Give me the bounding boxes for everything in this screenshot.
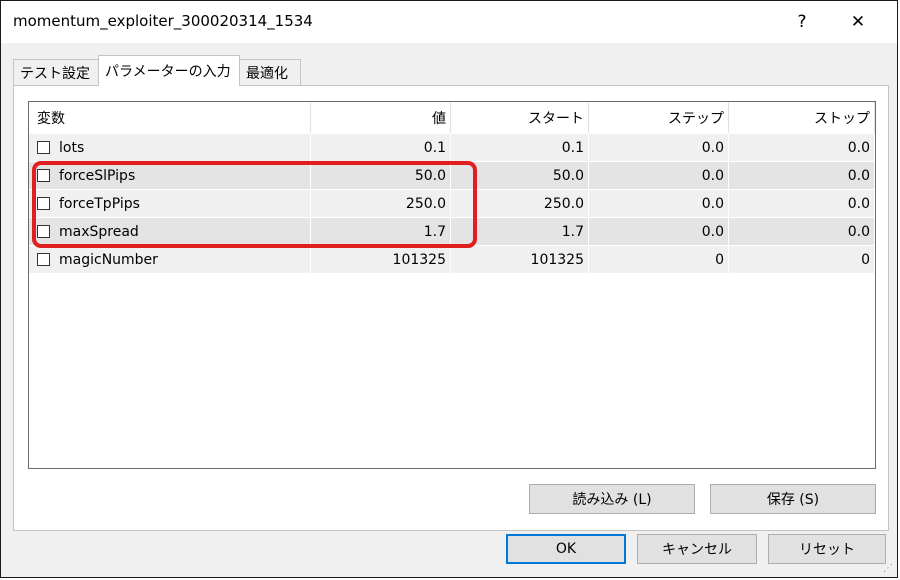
- checkbox[interactable]: [37, 197, 50, 210]
- tab-panel: 変数 値 スタート ステップ ストップ lots 0.1 0.1 0.0 0.0: [13, 85, 889, 531]
- cell-name: forceTpPips: [29, 190, 311, 217]
- cell-step[interactable]: 0.0: [589, 218, 729, 245]
- cell-stop[interactable]: 0: [729, 246, 875, 273]
- window-title: momentum_exploiter_300020314_1534: [13, 12, 313, 30]
- header-start[interactable]: スタート: [451, 102, 589, 133]
- cell-start[interactable]: 1.7: [451, 218, 589, 245]
- param-name: forceSlPips: [59, 167, 136, 184]
- param-name: maxSpread: [59, 223, 139, 240]
- cell-step[interactable]: 0.0: [589, 190, 729, 217]
- tab-bar: テスト設定 パラメーターの入力 最適化: [9, 55, 889, 86]
- cell-stop[interactable]: 0.0: [729, 190, 875, 217]
- cell-value[interactable]: 50.0: [311, 162, 451, 189]
- cell-start[interactable]: 0.1: [451, 134, 589, 161]
- cell-value[interactable]: 101325: [311, 246, 451, 273]
- cell-name: lots: [29, 134, 311, 161]
- table-row[interactable]: lots 0.1 0.1 0.0 0.0: [29, 134, 875, 162]
- cell-step[interactable]: 0.0: [589, 162, 729, 189]
- cell-start[interactable]: 101325: [451, 246, 589, 273]
- param-name: forceTpPips: [59, 195, 140, 212]
- header-step[interactable]: ステップ: [589, 102, 729, 133]
- param-name: lots: [59, 139, 85, 156]
- cell-stop[interactable]: 0.0: [729, 134, 875, 161]
- header-variable[interactable]: 変数: [29, 102, 311, 133]
- save-button[interactable]: 保存 (S): [710, 484, 876, 514]
- cell-value[interactable]: 250.0: [311, 190, 451, 217]
- table-header: 変数 値 スタート ステップ ストップ: [29, 102, 875, 134]
- cell-stop[interactable]: 0.0: [729, 162, 875, 189]
- param-name: magicNumber: [59, 251, 158, 268]
- header-value[interactable]: 値: [311, 102, 451, 133]
- table-row[interactable]: maxSpread 1.7 1.7 0.0 0.0: [29, 218, 875, 246]
- cell-value[interactable]: 1.7: [311, 218, 451, 245]
- table-row[interactable]: magicNumber 101325 101325 0 0: [29, 246, 875, 274]
- header-stop[interactable]: ストップ: [729, 102, 875, 133]
- tab-optimization[interactable]: 最適化: [239, 59, 301, 85]
- load-button[interactable]: 読み込み (L): [529, 484, 695, 514]
- checkbox[interactable]: [37, 141, 50, 154]
- help-button[interactable]: ?: [779, 5, 825, 39]
- checkbox[interactable]: [37, 169, 50, 182]
- cancel-button[interactable]: キャンセル: [637, 534, 757, 564]
- title-bar: momentum_exploiter_300020314_1534 ? ✕: [1, 1, 897, 43]
- ok-button[interactable]: OK: [506, 534, 626, 564]
- cell-name: magicNumber: [29, 246, 311, 273]
- cell-step[interactable]: 0: [589, 246, 729, 273]
- table-row[interactable]: forceSlPips 50.0 50.0 0.0 0.0: [29, 162, 875, 190]
- cell-start[interactable]: 50.0: [451, 162, 589, 189]
- resize-grip-icon[interactable]: ⋰: [883, 563, 895, 575]
- parameter-table: 変数 値 スタート ステップ ストップ lots 0.1 0.1 0.0 0.0: [28, 101, 876, 469]
- checkbox[interactable]: [37, 225, 50, 238]
- cell-start[interactable]: 250.0: [451, 190, 589, 217]
- table-row[interactable]: forceTpPips 250.0 250.0 0.0 0.0: [29, 190, 875, 218]
- cell-step[interactable]: 0.0: [589, 134, 729, 161]
- reset-button[interactable]: リセット: [768, 534, 886, 564]
- tab-parameter-input[interactable]: パラメーターの入力: [98, 55, 240, 86]
- dialog-window: momentum_exploiter_300020314_1534 ? ✕ テス…: [0, 0, 898, 578]
- close-icon[interactable]: ✕: [835, 5, 881, 39]
- cell-stop[interactable]: 0.0: [729, 218, 875, 245]
- cell-name: forceSlPips: [29, 162, 311, 189]
- cell-value[interactable]: 0.1: [311, 134, 451, 161]
- checkbox[interactable]: [37, 253, 50, 266]
- tab-test-settings[interactable]: テスト設定: [13, 59, 99, 85]
- cell-name: maxSpread: [29, 218, 311, 245]
